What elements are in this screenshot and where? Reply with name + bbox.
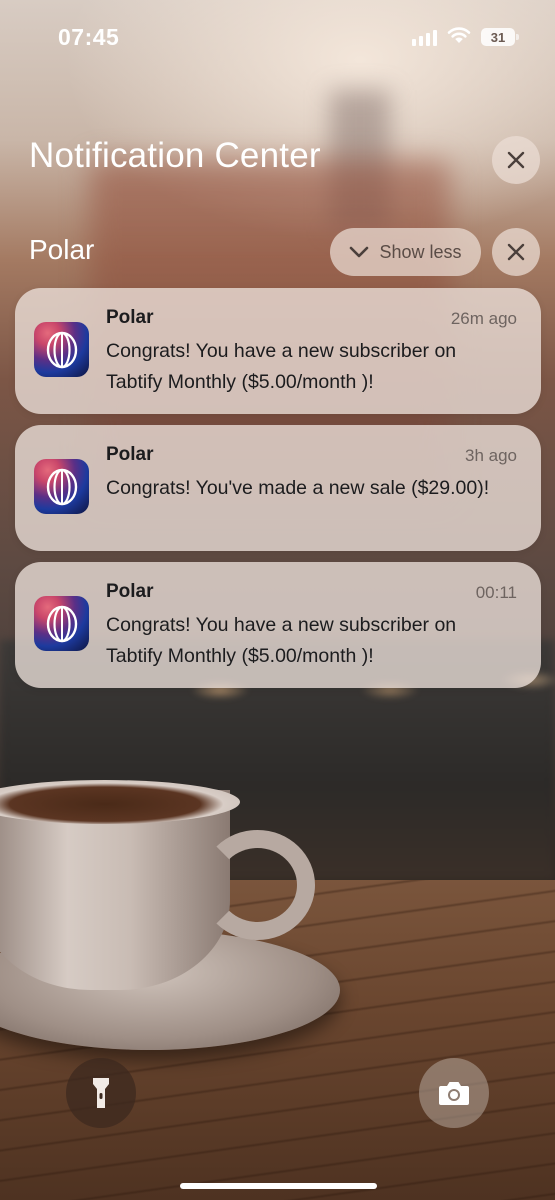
polar-app-icon [34,459,89,514]
notification-card[interactable]: Polar 3h ago Congrats! You've made a new… [15,425,541,551]
notification-body: Congrats! You have a new subscriber on T… [106,614,457,667]
wifi-icon [447,26,471,49]
camera-button[interactable] [419,1058,489,1128]
status-time: 07:45 [58,24,120,50]
notification-body: Congrats! You have a new subscriber on T… [106,340,457,393]
show-less-button[interactable]: Show less [330,228,481,276]
clear-group-button[interactable] [492,228,540,276]
battery-icon: 31 [481,28,519,46]
notification-card[interactable]: Polar 26m ago Congrats! You have a new s… [15,288,541,414]
notification-app-name: Polar [106,444,154,465]
status-icons: 31 [412,24,519,50]
notification-card[interactable]: Polar 00:11 Congrats! You have a new sub… [15,562,541,688]
notification-time: 3h ago [465,446,517,465]
notification-center-title: Notification Center [29,136,321,175]
cellular-signal-icon [412,28,437,46]
chevron-down-icon [350,246,369,258]
notification-time: 26m ago [450,309,517,328]
wallpaper-cup-handle [200,830,315,940]
notification-app-name: Polar [106,581,154,602]
flashlight-icon [93,1078,109,1108]
clear-all-button[interactable] [492,136,540,184]
close-icon [507,243,525,261]
home-indicator[interactable] [180,1183,377,1189]
show-less-label: Show less [379,241,462,262]
notification-app-name: Polar [106,307,154,328]
polar-app-icon [34,596,89,651]
camera-icon [439,1082,469,1105]
group-title: Polar [29,234,95,265]
flashlight-button[interactable] [66,1058,136,1128]
polar-app-icon [34,322,89,377]
notification-body: Congrats! You've made a new sale ($29.00… [106,477,490,499]
status-bar: 07:45 31 [0,0,555,74]
close-icon [507,151,525,169]
notification-time: 00:11 [475,583,517,602]
